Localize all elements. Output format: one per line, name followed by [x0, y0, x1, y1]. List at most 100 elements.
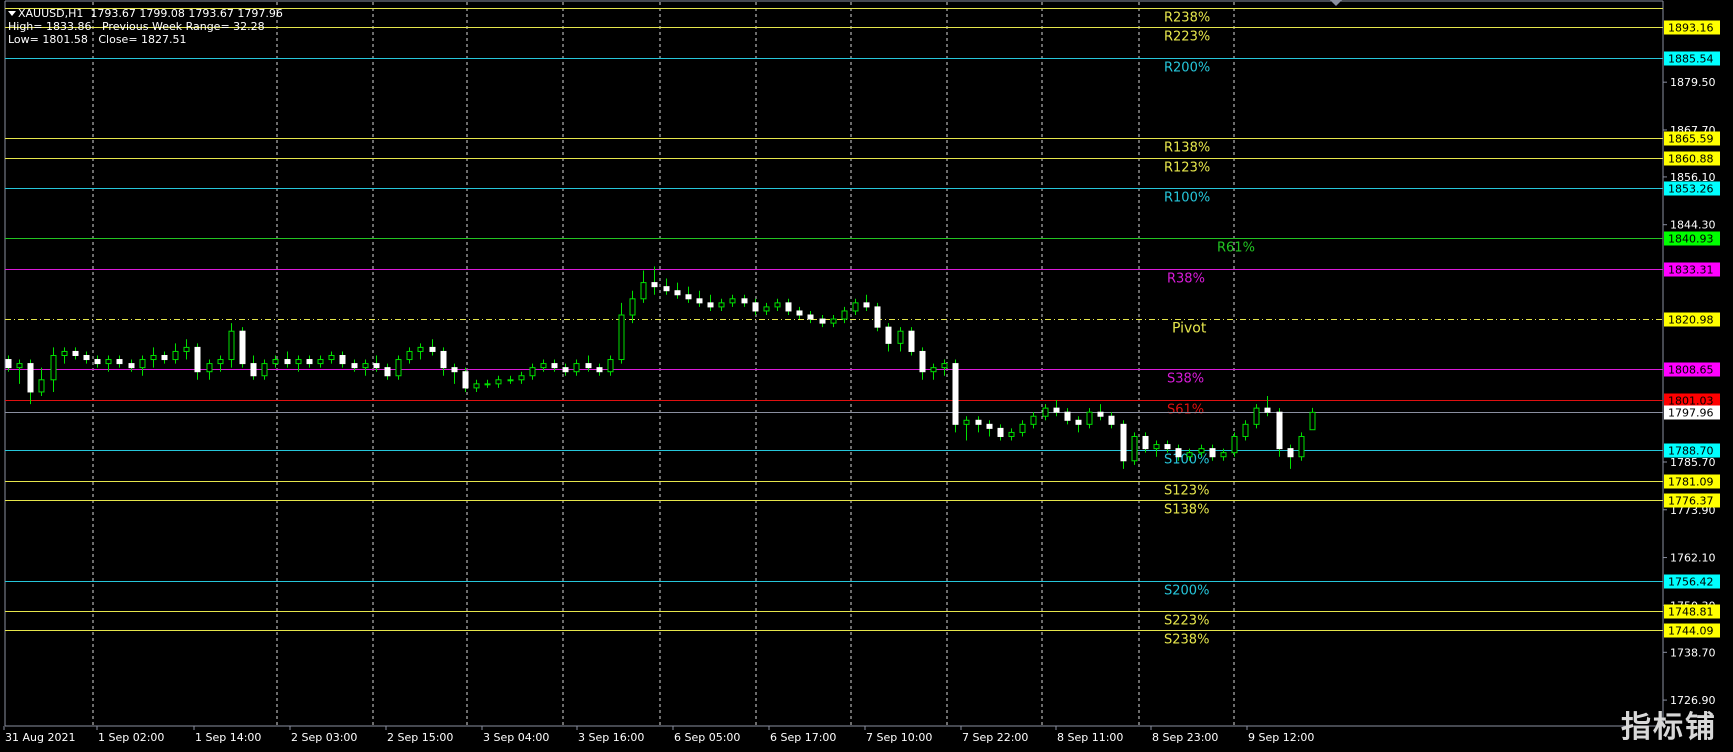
candle — [395, 355, 402, 380]
level-price-tag: 1840.93 — [1664, 231, 1720, 246]
price-tick-label: 1879.50 — [1670, 76, 1716, 89]
time-axis-label: 31 Aug 2021 — [5, 731, 75, 744]
candle-body-bear — [462, 371, 469, 389]
price-tick-label: 1844.30 — [1670, 219, 1716, 232]
price-tag-text: 1893.16 — [1668, 22, 1714, 35]
chart-menu-arrow-icon[interactable] — [8, 11, 16, 16]
level-label: R61% — [1217, 241, 1255, 256]
level-price-tag: 1776.37 — [1664, 493, 1720, 508]
candle-body-bull — [105, 359, 112, 365]
candle-body-bear — [707, 302, 714, 308]
candle-body-bull — [518, 375, 525, 381]
candle-body-bull — [897, 330, 904, 344]
candle-body-bull — [1086, 411, 1093, 425]
candle-body-bear — [27, 363, 34, 393]
candle-body-bull — [172, 350, 179, 361]
level-label: S200% — [1164, 584, 1209, 599]
price-tag-text: 1748.81 — [1668, 606, 1714, 619]
candle-body-bear — [551, 363, 558, 369]
time-axis-label: 1 Sep 02:00 — [98, 731, 164, 744]
candle-body-bear — [796, 310, 803, 316]
price-tag-text: 1865.59 — [1668, 133, 1714, 146]
candle-body-bull — [1231, 435, 1238, 454]
candle-body-bull — [640, 282, 647, 300]
level-price-tag: 1756.42 — [1664, 574, 1720, 589]
time-axis-label: 2 Sep 03:00 — [291, 731, 357, 744]
candle-body-bear — [874, 306, 881, 328]
candle-body-bear — [384, 367, 391, 377]
candle-body-bear — [819, 318, 826, 324]
price-tick-label: 1785.70 — [1670, 456, 1716, 469]
candle-body-bull — [540, 363, 547, 369]
candle-body-bear — [284, 359, 291, 365]
level-label: S123% — [1164, 484, 1209, 499]
candle-body-bear — [1209, 448, 1216, 458]
candle-body-bull — [406, 350, 413, 361]
candle-body-bear — [339, 354, 346, 365]
price-tag-text: 1788.70 — [1668, 445, 1714, 458]
candle-body-bull — [1253, 407, 1260, 425]
candle-body-bull — [1153, 444, 1160, 450]
level-label: R138% — [1164, 141, 1210, 156]
candle-body-bull — [763, 306, 770, 312]
symbol-ohlc: XAUUSD,H1 1793.67 1799.08 1793.67 1797.9… — [18, 7, 283, 20]
price-tag-text: 1860.88 — [1668, 153, 1714, 166]
candle-body-bear — [72, 350, 79, 356]
candle-body-bull — [395, 359, 402, 377]
candle — [1253, 404, 1260, 429]
time-axis-label: 8 Sep 23:00 — [1152, 731, 1218, 744]
candle-body-bull — [930, 367, 937, 373]
candle-body-bull — [183, 346, 190, 352]
candle-body-bull — [217, 359, 224, 365]
candle-body-bull — [261, 363, 268, 377]
candle-body-bear — [1097, 411, 1104, 417]
level-price-tag: 1865.59 — [1664, 131, 1720, 146]
candle-body-bear — [696, 298, 703, 304]
candle-body-bull — [841, 310, 848, 320]
price-tag-text: 1853.26 — [1668, 183, 1714, 196]
candle-body-bull — [473, 383, 480, 389]
candle — [1298, 432, 1305, 461]
candle-body-bear — [83, 354, 90, 361]
candle — [908, 327, 915, 356]
candle-body-bear — [685, 294, 692, 300]
chart-shift-marker-icon[interactable] — [1330, 0, 1342, 6]
candle-body-bear — [239, 330, 246, 365]
candle-body-bear — [596, 367, 603, 373]
low-close-info: Low= 1801.58 Close= 1827.51 — [8, 33, 187, 46]
candle-body-bear — [351, 363, 358, 369]
price-tag-text: 1833.31 — [1668, 264, 1714, 277]
candle-body-bear — [1075, 419, 1082, 425]
candle-body-bear — [250, 363, 257, 377]
time-axis-label: 6 Sep 05:00 — [674, 731, 740, 744]
time-axis-label: 2 Sep 15:00 — [387, 731, 453, 744]
candle-body-bear — [997, 427, 1004, 437]
candle-body-bull — [1186, 452, 1193, 458]
level-price-tag: 1748.81 — [1664, 604, 1720, 619]
candle — [239, 327, 246, 368]
price-chart[interactable]: R238%R223%R200%R138%R123%R100%R61%R38%Pi… — [0, 0, 1733, 752]
price-tag-text: 1797.96 — [1668, 407, 1714, 420]
candle-body-bear — [1142, 435, 1149, 450]
candle-body-bull — [618, 314, 625, 361]
candle-body-bear — [429, 346, 436, 352]
level-price-tag: 1860.88 — [1664, 151, 1720, 166]
candle-body-bear — [908, 330, 915, 352]
candle-body-bull — [38, 379, 45, 393]
candle-body-bull — [1008, 431, 1015, 437]
level-price-tag: 1781.09 — [1664, 474, 1720, 489]
candle-body-bull — [16, 363, 23, 369]
candle-body-bear — [94, 359, 101, 365]
candle-body-bear — [952, 363, 959, 425]
price-tag-text: 1776.37 — [1668, 495, 1714, 508]
candle-body-bull — [362, 363, 369, 369]
candle-body-bull — [1131, 435, 1138, 462]
candle-body-bull — [852, 302, 859, 312]
candle-body-bear — [663, 286, 670, 292]
level-price-tag: 1788.70 — [1664, 443, 1720, 458]
price-tag-text: 1820.98 — [1668, 314, 1714, 327]
level-label: R100% — [1164, 191, 1210, 206]
candle — [1131, 432, 1138, 465]
candle-body-bear — [1053, 407, 1060, 413]
price-tag-text: 1744.09 — [1668, 625, 1714, 638]
